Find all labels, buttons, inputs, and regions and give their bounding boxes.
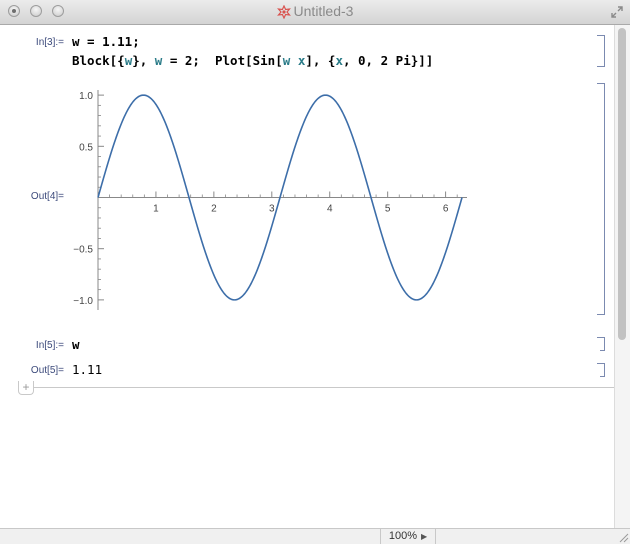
title-bar[interactable]: Untitled-3 xyxy=(0,0,630,25)
y-ticks: −1.0 −0.5 0.5 1.0 xyxy=(73,91,104,307)
cell-bracket-5-out[interactable] xyxy=(597,363,605,377)
cell-insertion-line[interactable] xyxy=(20,387,614,388)
close-button[interactable] xyxy=(8,5,20,17)
status-bar: 100% ▶ xyxy=(0,528,630,544)
code-end2: , 0, 2 Pi}]] xyxy=(342,53,434,68)
code-assign: w = xyxy=(72,34,103,49)
mathematica-document-icon xyxy=(276,5,291,19)
input-label-3: In[3]:= xyxy=(35,37,64,48)
input-cell-5[interactable]: w xyxy=(72,337,80,352)
code-number: 1.11 xyxy=(102,34,133,49)
y-tick-label: −1.0 xyxy=(73,296,93,307)
input-cell-3-line1[interactable]: w = 1.11; xyxy=(72,34,140,49)
notebook-window: Untitled-3 In[3]:= w = 1.11; Block[{w}, … xyxy=(0,0,630,544)
input-cell-3-line2[interactable]: Block[{w}, w = 2; Plot[Sin[w x], {x, 0, … xyxy=(72,53,433,68)
vertical-scrollbar[interactable] xyxy=(614,25,630,528)
x-tick-label: 3 xyxy=(269,204,275,215)
code-semicolon: ; xyxy=(132,34,140,49)
input-label-5: In[5]:= xyxy=(35,340,64,351)
x-tick-label: 5 xyxy=(385,204,391,215)
code-eq: = 2; Plot[Sin[ xyxy=(162,53,283,68)
x-tick-label: 1 xyxy=(153,204,159,215)
code-block: Block[{ xyxy=(72,53,125,68)
resize-grip-icon[interactable] xyxy=(617,531,629,543)
y-tick-label: 0.5 xyxy=(79,142,93,153)
fullscreen-icon[interactable] xyxy=(610,5,624,19)
cell-group-bracket-4[interactable] xyxy=(597,83,605,315)
sine-plot[interactable]: 1 2 3 4 5 6 −1.0 −0.5 0.5 1.0 xyxy=(60,85,480,317)
code-mid: }, xyxy=(132,53,155,68)
cell-bracket-5-in[interactable] xyxy=(597,337,605,351)
output-label-4: Out[4]= xyxy=(30,191,64,202)
notebook-content[interactable]: In[3]:= w = 1.11; Block[{w}, w = 2; Plot… xyxy=(0,25,614,528)
code-end1: ], { xyxy=(305,53,336,68)
output-cell-5[interactable]: 1.11 xyxy=(72,362,102,377)
x-ticks: 1 2 3 4 5 6 xyxy=(109,191,458,215)
zoom-value: 100% xyxy=(388,530,417,542)
insert-cell-button[interactable]: + xyxy=(18,381,34,395)
zoom-button[interactable] xyxy=(52,5,64,17)
x-tick-label: 6 xyxy=(443,204,449,215)
zoom-arrow-icon: ▶ xyxy=(420,532,428,541)
output-label-5: Out[5]= xyxy=(30,365,64,376)
plot-axes xyxy=(97,90,467,310)
zoom-control[interactable]: 100% ▶ xyxy=(380,529,436,544)
x-tick-label: 2 xyxy=(211,204,217,215)
vertical-scroll-thumb[interactable] xyxy=(618,28,626,340)
window-title: Untitled-3 xyxy=(0,3,630,19)
minimize-button[interactable] xyxy=(30,5,42,17)
y-tick-label: 1.0 xyxy=(79,91,93,102)
code-var-x: x xyxy=(335,53,343,68)
window-title-text: Untitled-3 xyxy=(293,3,354,19)
cell-group-bracket-3[interactable] xyxy=(597,35,605,67)
x-tick-label: 4 xyxy=(327,204,333,215)
y-tick-label: −0.5 xyxy=(73,245,93,256)
